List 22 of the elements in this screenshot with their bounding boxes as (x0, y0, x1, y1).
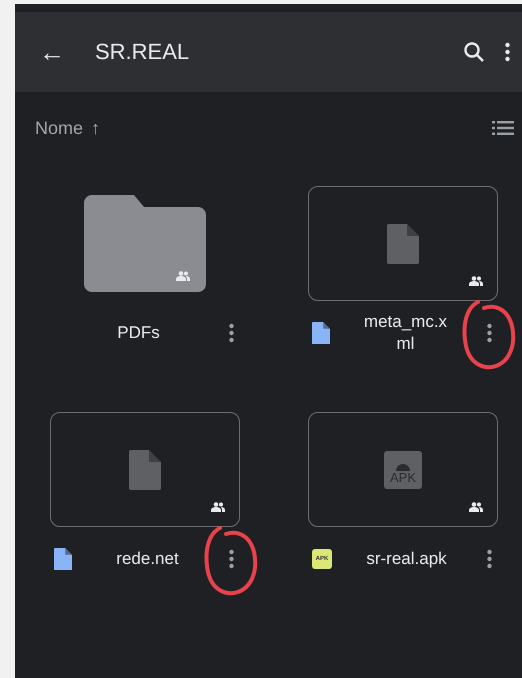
file-name: meta_mc.x ml (362, 310, 448, 355)
document-icon (129, 450, 161, 490)
more-options-icon (229, 549, 234, 569)
document-icon (312, 322, 330, 344)
folder-title: SR.REAL (95, 39, 190, 65)
more-options-icon (487, 549, 492, 569)
list-view-icon (492, 120, 514, 136)
more-button[interactable] (505, 42, 510, 62)
document-icon (54, 548, 72, 570)
more-options-icon (229, 323, 234, 343)
file-name: PDFs (116, 322, 161, 344)
file-name: rede.net (115, 548, 180, 570)
search-button[interactable] (463, 41, 485, 63)
folder-icon (84, 195, 206, 292)
more-options-icon (505, 42, 510, 62)
more-options-icon (487, 323, 492, 343)
search-icon (463, 41, 485, 63)
sort-button[interactable]: Nome ↑ (35, 118, 472, 138)
document-icon (387, 224, 419, 264)
list-view-button[interactable] (492, 120, 514, 136)
file-name: sr-real.apk (365, 548, 448, 570)
back-button[interactable]: ← (37, 36, 67, 68)
